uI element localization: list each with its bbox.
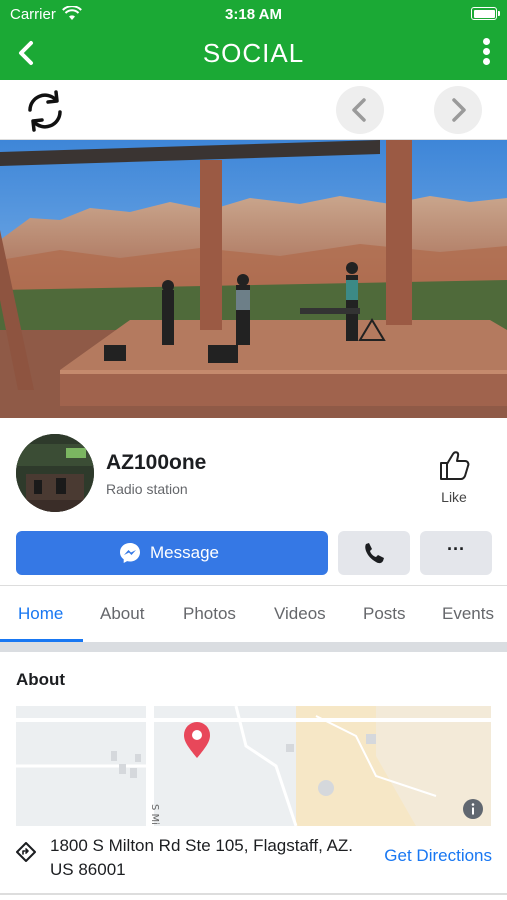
message-label: Message bbox=[150, 543, 219, 562]
tab-home[interactable]: Home bbox=[18, 604, 63, 624]
more-vert-icon[interactable] bbox=[479, 38, 493, 68]
browser-back-button[interactable] bbox=[336, 86, 384, 134]
profile-avatar[interactable] bbox=[16, 434, 94, 512]
like-button[interactable]: Like bbox=[424, 448, 484, 508]
thumbs-up-icon bbox=[440, 451, 470, 480]
status-bar: Carrier 3:18 AM bbox=[0, 0, 507, 28]
profile-header: AZ100one Radio station Like bbox=[0, 418, 507, 528]
page-title: SOCIAL bbox=[202, 38, 305, 68]
get-directions-link[interactable]: Get Directions bbox=[384, 846, 492, 866]
map-street-label: S Mi bbox=[149, 804, 160, 825]
cover-photo[interactable] bbox=[0, 140, 507, 418]
cover-photo-image bbox=[0, 140, 507, 418]
chevron-right-icon bbox=[452, 98, 466, 122]
map-image: S Mi bbox=[16, 706, 491, 826]
page-category: Radio station bbox=[106, 481, 188, 497]
avatar-image bbox=[16, 434, 94, 512]
directions-diamond-icon bbox=[16, 842, 36, 862]
info-icon[interactable] bbox=[463, 799, 483, 819]
page-name: AZ100one bbox=[106, 451, 207, 474]
message-button[interactable]: Message bbox=[16, 531, 328, 575]
browser-toolbar bbox=[0, 80, 507, 140]
address-row: 1800 S Milton Rd Ste 105, Flagstaff, AZ.… bbox=[0, 830, 507, 890]
address-text: 1800 S Milton Rd Ste 105, Flagstaff, AZ.… bbox=[50, 836, 354, 879]
nav-bar: SOCIAL bbox=[0, 28, 507, 80]
call-button[interactable] bbox=[338, 531, 410, 575]
page-tabs: Home About Photos Videos Posts Events bbox=[0, 586, 507, 642]
tab-events[interactable]: Events bbox=[442, 604, 494, 624]
refresh-icon[interactable] bbox=[22, 88, 68, 134]
like-label: Like bbox=[441, 489, 467, 505]
chevron-left-icon bbox=[352, 98, 366, 122]
app-header: Carrier 3:18 AM SOCIAL bbox=[0, 0, 507, 80]
battery-icon bbox=[471, 7, 497, 20]
browser-forward-button[interactable] bbox=[434, 86, 482, 134]
phone-icon bbox=[365, 543, 384, 564]
section-divider bbox=[0, 642, 507, 652]
tab-photos[interactable]: Photos bbox=[183, 604, 236, 624]
location-map[interactable]: S Mi bbox=[16, 706, 491, 826]
messenger-icon bbox=[120, 543, 140, 563]
clock: 3:18 AM bbox=[225, 6, 282, 23]
tab-about[interactable]: About bbox=[100, 604, 144, 624]
tab-posts[interactable]: Posts bbox=[363, 604, 406, 624]
bottom-divider bbox=[0, 893, 507, 895]
about-heading: About bbox=[16, 670, 66, 689]
battery-tip bbox=[498, 11, 500, 16]
more-options-button[interactable]: ··· bbox=[420, 531, 492, 575]
tab-videos[interactable]: Videos bbox=[274, 604, 326, 624]
